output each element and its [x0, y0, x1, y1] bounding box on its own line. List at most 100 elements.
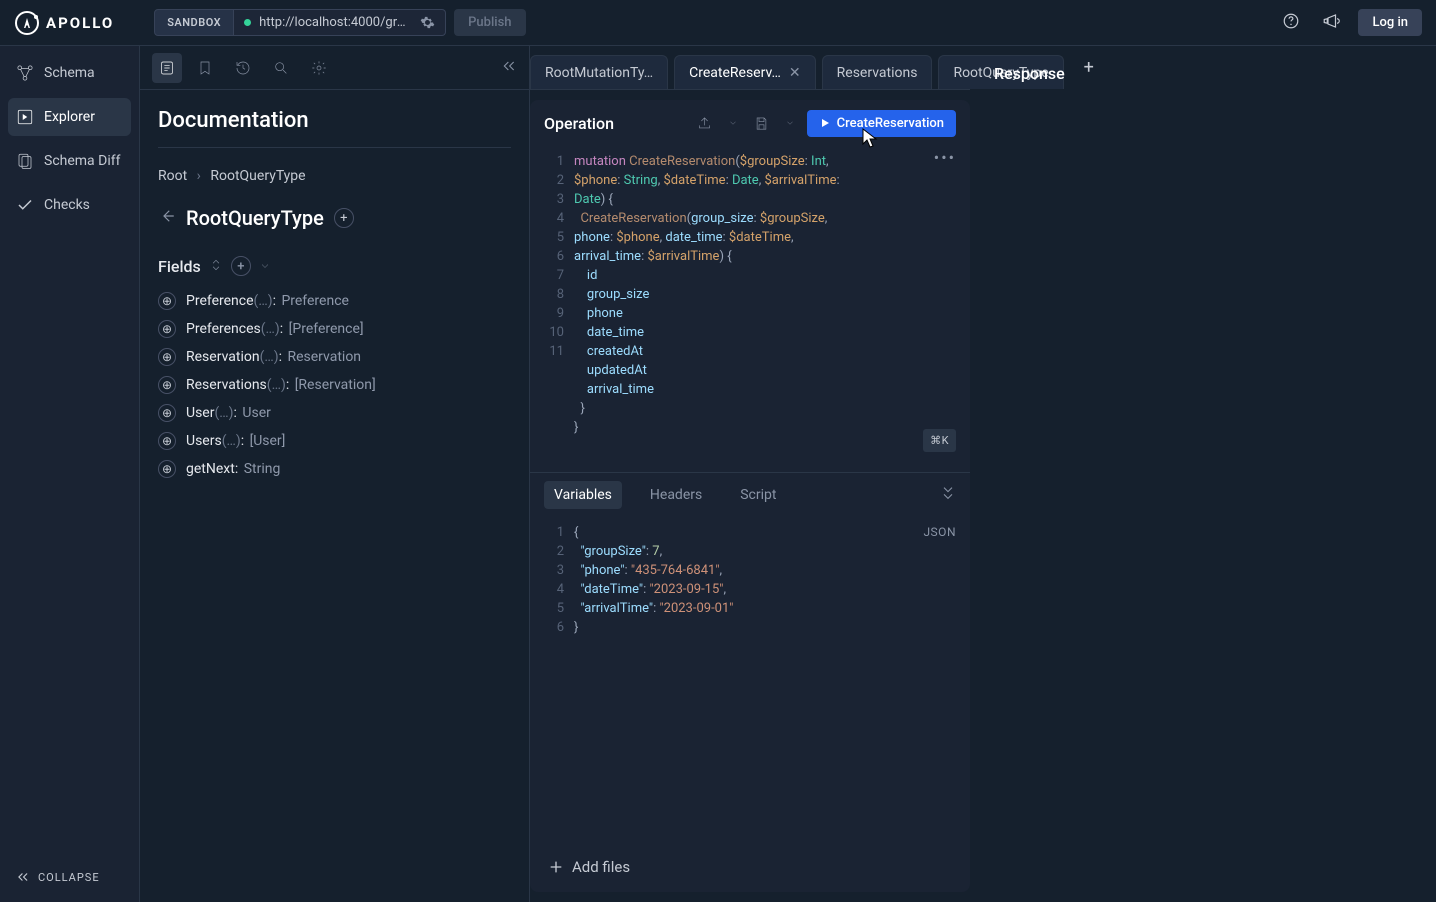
field-name: Users [186, 433, 222, 449]
search-icon[interactable] [266, 53, 296, 83]
diff-icon [16, 152, 34, 170]
run-operation-button[interactable]: CreateReservation [807, 110, 956, 137]
sidebar-item-checks[interactable]: Checks [8, 186, 131, 224]
tab-label: CreateReserv… [689, 65, 781, 81]
field-type: User [242, 405, 270, 421]
operation-editor[interactable]: 1234567891011 mutation CreateReservation… [530, 146, 970, 472]
gear-icon[interactable] [304, 53, 334, 83]
add-field-button[interactable]: ⊕ [158, 348, 176, 366]
help-icon[interactable] [1278, 8, 1304, 38]
tab-headers[interactable]: Headers [640, 481, 712, 509]
tab-label: Reservations [837, 65, 918, 81]
chevron-down-icon[interactable] [781, 116, 799, 130]
field-type: [Preference] [289, 321, 364, 337]
play-icon [819, 117, 831, 129]
collapse-sidebar-button[interactable]: COLLAPSE [8, 860, 131, 894]
chevron-down-icon[interactable] [259, 257, 271, 276]
field-row[interactable]: ⊕Preference(…): Preference [158, 292, 511, 310]
editor-tab[interactable]: Reservations [822, 55, 933, 89]
field-row[interactable]: ⊕Reservations(…): [Reservation] [158, 376, 511, 394]
sort-icon[interactable] [209, 257, 223, 276]
apollo-icon [14, 10, 40, 36]
left-sidebar: Schema Explorer Schema Diff Checks COLLA… [0, 46, 140, 902]
add-all-fields-button[interactable]: + [231, 256, 251, 276]
field-row[interactable]: ⊕User(…): User [158, 404, 511, 422]
tab-script[interactable]: Script [730, 481, 786, 509]
field-row[interactable]: ⊕Users(…): [User] [158, 432, 511, 450]
close-icon[interactable]: ✕ [789, 65, 801, 81]
schema-icon [16, 64, 34, 82]
field-args: (…) [261, 321, 280, 337]
keyboard-hint: ⌘K [923, 429, 956, 452]
main-area: RootMutationTy… CreateReserv… ✕ Reservation… [530, 46, 1436, 902]
field-type: Preference [281, 293, 349, 309]
collapse-docs-icon[interactable] [501, 58, 517, 78]
chevron-right-icon: › [197, 168, 201, 184]
history-icon[interactable] [228, 53, 258, 83]
json-badge: JSON [923, 523, 956, 542]
sidebar-item-label: Schema [44, 65, 95, 81]
fields-heading: Fields [158, 257, 201, 276]
save-icon[interactable] [750, 114, 773, 133]
field-args: (…) [222, 433, 241, 449]
field-name: User [186, 405, 214, 421]
share-icon[interactable] [693, 114, 716, 133]
field-row[interactable]: ⊕Reservation(…): Reservation [158, 348, 511, 366]
variables-editor[interactable]: 123456 { "groupSize": 7, "phone": "435-7… [530, 517, 970, 843]
field-args: (…) [254, 293, 273, 309]
docs-title: Documentation [158, 108, 511, 133]
add-field-button[interactable]: ⊕ [158, 320, 176, 338]
check-icon [16, 196, 34, 214]
field-name: Reservation [186, 349, 260, 365]
bookmark-icon[interactable] [190, 53, 220, 83]
field-name: Reservations [186, 377, 267, 393]
field-row[interactable]: ⊕Preferences(…): [Preference] [158, 320, 511, 338]
plus-icon [548, 859, 564, 875]
back-arrow-icon[interactable] [158, 207, 176, 229]
brand-logo: APOLLO [14, 10, 114, 36]
docs-tab-icon[interactable] [152, 53, 182, 83]
chevron-down-icon[interactable] [724, 116, 742, 130]
add-field-button[interactable]: ⊕ [158, 404, 176, 422]
field-row[interactable]: ⊕getNext: String [158, 460, 511, 478]
tab-label: RootMutationTy… [545, 65, 653, 81]
endpoint-url: http://localhost:4000/graph [259, 15, 412, 30]
field-type: [Reservation] [295, 377, 376, 393]
add-field-button[interactable]: ⊕ [158, 432, 176, 450]
field-args: (…) [260, 349, 279, 365]
sidebar-item-schema-diff[interactable]: Schema Diff [8, 142, 131, 180]
overflow-icon[interactable]: ••• [934, 148, 956, 167]
field-args: (…) [267, 377, 286, 393]
editor-tab[interactable]: RootMutationTy… [530, 55, 668, 89]
breadcrumb: Root › RootQueryType [158, 168, 511, 184]
documentation-panel: Documentation Root › RootQueryType RootQ… [140, 46, 530, 902]
sidebar-item-explorer[interactable]: Explorer [8, 98, 131, 136]
add-field-button[interactable]: ⊕ [158, 292, 176, 310]
add-files-button[interactable]: Add files [530, 842, 970, 892]
editor-tabs: RootMutationTy… CreateReserv… ✕ Reservation… [530, 46, 970, 90]
operation-panel: Operation CreateReservation 123456789101… [530, 100, 970, 892]
operation-title: Operation [544, 114, 614, 133]
publish-button[interactable]: Publish [454, 9, 525, 36]
collapse-vars-icon[interactable] [940, 485, 956, 505]
add-type-button[interactable]: + [334, 208, 354, 228]
endpoint-url-box[interactable]: http://localhost:4000/graph [234, 9, 446, 36]
gear-icon[interactable] [420, 15, 435, 30]
sidebar-item-label: Checks [44, 197, 90, 213]
field-type: Reservation [287, 349, 361, 365]
editor-tab[interactable]: CreateReserv… ✕ [674, 55, 816, 89]
announce-icon[interactable] [1318, 8, 1344, 38]
status-dot-icon [244, 19, 251, 26]
login-button[interactable]: Log in [1358, 9, 1422, 36]
add-field-button[interactable]: ⊕ [158, 460, 176, 478]
crumb-root[interactable]: Root [158, 168, 187, 184]
sidebar-item-label: Explorer [44, 109, 95, 125]
sidebar-item-label: Schema Diff [44, 153, 120, 169]
sidebar-item-schema[interactable]: Schema [8, 54, 131, 92]
field-type: [User] [250, 433, 286, 449]
tab-variables[interactable]: Variables [544, 481, 622, 509]
response-title: Response [994, 64, 1412, 83]
sandbox-badge[interactable]: SANDBOX [154, 9, 234, 36]
add-field-button[interactable]: ⊕ [158, 376, 176, 394]
field-type: String [244, 461, 281, 477]
